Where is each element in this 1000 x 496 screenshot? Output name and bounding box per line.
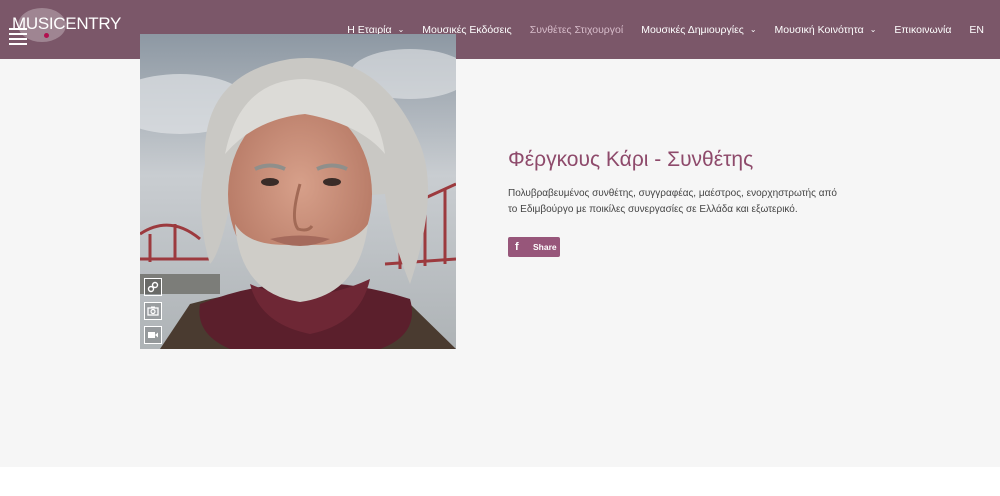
photo-overlay-icons — [144, 278, 166, 350]
camera-icon[interactable] — [144, 302, 162, 320]
nav-item-label: Μουσική Κοινότητα — [774, 23, 864, 36]
hamburger-menu-icon[interactable] — [9, 28, 27, 46]
nav-item-label: Επικοινωνία — [894, 23, 952, 36]
video-icon[interactable] — [144, 326, 162, 344]
nav-item-composers-lyricists[interactable]: Συνθέτες Στιχουργοί — [530, 24, 624, 36]
chevron-down-icon: ⌄ — [397, 25, 405, 34]
nav-item-label: Μουσικές Δημιουργίες — [641, 23, 744, 36]
profile-photo[interactable] — [140, 34, 456, 349]
site-logo[interactable]: MUSICENTRY — [12, 6, 122, 54]
footer-strip — [0, 467, 1000, 496]
profile-title: Φέργκους Κάρι - Συνθέτης — [508, 148, 754, 171]
nav-item-music-creations[interactable]: Μουσικές Δημιουργίες ⌄ — [641, 24, 756, 36]
logo-text: MUSICENTRY — [12, 14, 122, 33]
nav-item-language-en[interactable]: EN — [969, 24, 984, 36]
nav-item-label: Συνθέτες Στιχουργοί — [529, 23, 624, 36]
nav-item-music-community[interactable]: Μουσική Κοινότητα ⌄ — [775, 24, 877, 36]
facebook-share-button[interactable]: f Share — [508, 237, 560, 257]
nav-item-label: EN — [969, 23, 984, 36]
share-button-label: Share — [533, 242, 557, 252]
chevron-down-icon: ⌄ — [869, 25, 877, 34]
profile-description: Πολυβραβευμένος συνθέτης, συγγραφέας, μα… — [508, 188, 837, 215]
chevron-down-icon: ⌄ — [749, 25, 757, 34]
facebook-icon: f — [515, 241, 519, 253]
nav-item-contact[interactable]: Επικοινωνία — [894, 24, 951, 36]
link-icon[interactable] — [144, 278, 162, 296]
profile-photo-illustration — [140, 34, 456, 349]
